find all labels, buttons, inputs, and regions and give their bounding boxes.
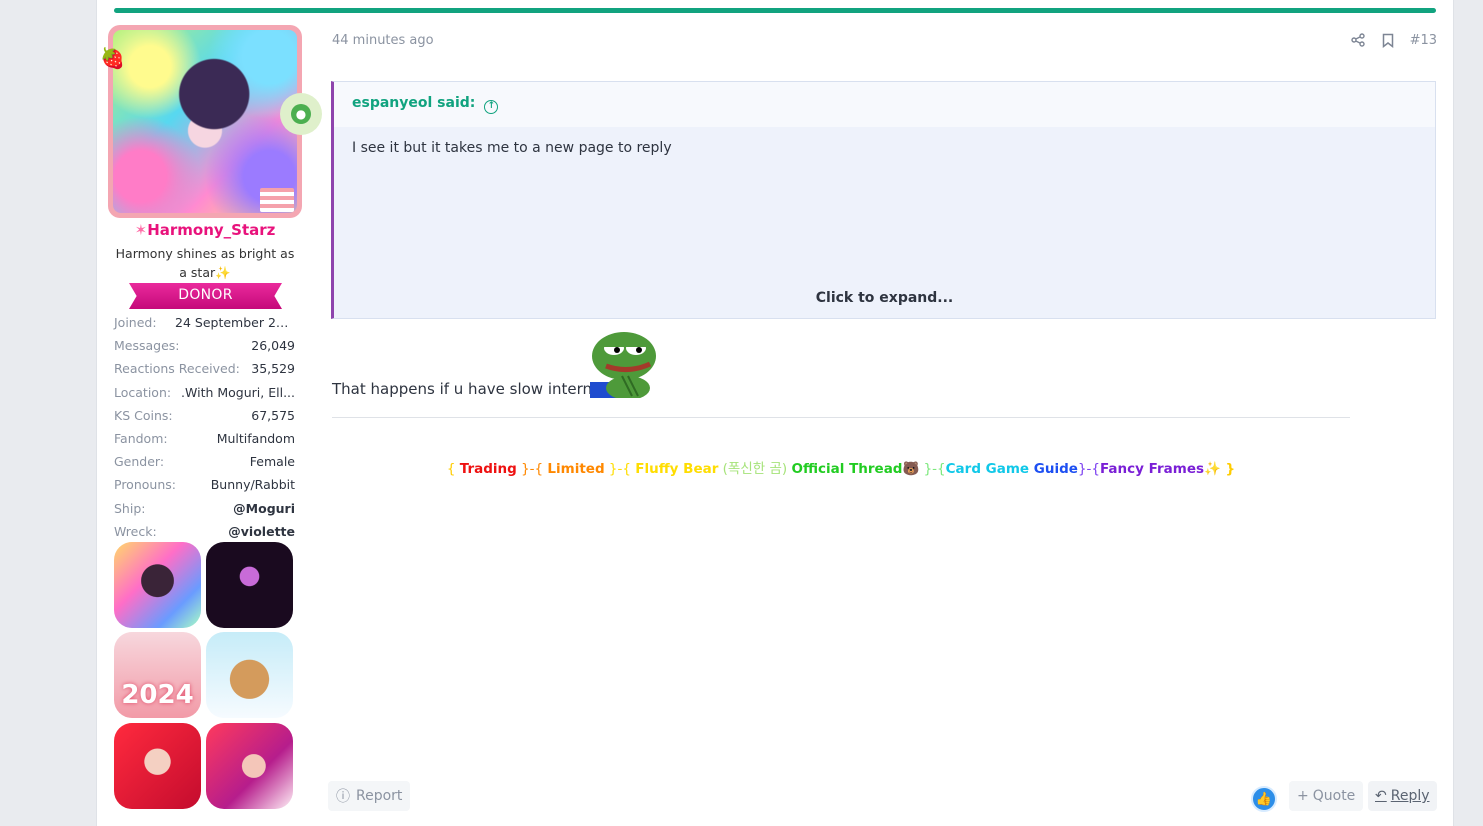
signature-part[interactable]: ✨ } xyxy=(1204,461,1235,477)
user-info-label: KS Coins: xyxy=(114,407,173,423)
signature-part[interactable]: { xyxy=(447,461,460,477)
user-info-label: Ship: xyxy=(114,500,146,516)
user-info-label: Location: xyxy=(114,384,172,400)
signature-part[interactable]: 🐻 xyxy=(902,461,919,477)
trophy-badge-2[interactable] xyxy=(206,542,293,628)
avatar-ribbon xyxy=(260,188,294,212)
trophy-badge-gingerbread[interactable] xyxy=(206,632,293,718)
user-info-row: Joined: 24 September 2023 xyxy=(114,313,295,333)
user-info-value: Female xyxy=(249,454,295,470)
share-icon[interactable] xyxy=(1350,31,1366,49)
signature-part[interactable]: }-{ xyxy=(517,461,548,477)
user-info-label: Messages: xyxy=(114,338,180,354)
user-info-value: Multifandom xyxy=(216,431,295,446)
signature-part[interactable]: }-{ xyxy=(919,461,946,477)
donor-banner: DONOR xyxy=(129,283,282,309)
user-info-value[interactable]: @Moguri xyxy=(233,499,295,519)
signature-part[interactable]: Limited xyxy=(547,461,604,477)
user-info-row: KS Coins: 67,575 xyxy=(114,406,295,426)
signature-part[interactable]: Fancy Frames xyxy=(1100,461,1204,477)
signature-part[interactable]: }-{ xyxy=(1078,461,1100,477)
reply-arrow-icon: ↶ xyxy=(1375,788,1387,804)
quote-header[interactable]: espanyeol said: ↑ xyxy=(334,82,1435,127)
click-to-expand[interactable]: Click to expand... xyxy=(334,290,1435,306)
quote-button[interactable]: + Quote xyxy=(1289,781,1364,811)
user-info-row: Reactions Received: 35,529 xyxy=(114,359,295,379)
message-text: That happens if u have slow internet xyxy=(332,380,608,398)
user-info-row: Ship: @Moguri xyxy=(114,499,295,519)
post-timestamp[interactable]: 44 minutes ago xyxy=(332,33,434,48)
user-info-value: 35,529 xyxy=(251,361,295,377)
accent-bar xyxy=(114,8,1436,13)
user-info-label: Pronouns: xyxy=(114,477,176,493)
reply-button[interactable]: ↶ Reply xyxy=(1368,781,1437,811)
signature-part[interactable]: Official Thread xyxy=(791,461,902,477)
signature-part[interactable]: Trading xyxy=(460,461,517,477)
user-info-row: Messages: 26,049 xyxy=(114,336,295,356)
user-info-label: Joined: xyxy=(114,315,157,330)
plus-icon: + xyxy=(1297,788,1309,804)
trophy-badge-6[interactable] xyxy=(206,723,293,809)
user-info-value: 67,575 xyxy=(251,407,295,423)
report-button[interactable]: ⓘ Report xyxy=(328,781,411,811)
user-info-label: Gender: xyxy=(114,454,165,470)
user-info-value: Bunny/Rabbit xyxy=(210,477,295,493)
arrow-up-circle-icon[interactable]: ↑ xyxy=(484,100,499,114)
user-info-value: .With Moguri, Ell... xyxy=(181,384,295,400)
avatar-image xyxy=(113,30,297,213)
online-status-icon: ● xyxy=(280,93,322,135)
report-icon: ⓘ xyxy=(336,789,350,805)
star-icon: ✶ xyxy=(134,221,148,239)
username[interactable]: ✶Harmony_Starz xyxy=(108,221,302,239)
signature-part[interactable]: }-{ xyxy=(605,461,636,477)
strawberry-icon: 🍓 xyxy=(100,46,125,70)
signature: { Trading }-{ Limited }-{ Fluffy Bear (폭… xyxy=(332,457,1350,477)
trophy-badge-2024[interactable]: 2024 xyxy=(114,632,201,718)
signature-part[interactable]: Fluffy Bear xyxy=(635,461,718,477)
user-info-row: Location: .With Moguri, Ell... xyxy=(114,383,295,403)
post-number[interactable]: #13 xyxy=(1410,33,1437,48)
quote-text: I see it but it takes me to a new page t… xyxy=(352,140,672,156)
pepe-emoji-icon xyxy=(590,332,656,398)
trophy-badge-5[interactable] xyxy=(114,723,201,809)
user-info-value: 26,049 xyxy=(251,338,295,354)
signature-part[interactable]: Guide xyxy=(1034,461,1078,477)
signature-part[interactable]: (폭신한 곰) xyxy=(718,461,791,477)
post-actions: #13 xyxy=(1350,31,1437,49)
user-info-label: Reactions Received: xyxy=(114,361,240,377)
user-info-value: 24 September 2023 xyxy=(175,315,295,330)
signature-part[interactable]: Card Game xyxy=(946,461,1034,477)
quote-author[interactable]: espanyeol said: xyxy=(352,95,475,111)
bookmark-icon[interactable] xyxy=(1380,31,1396,49)
user-info-row: Fandom: Multifandom xyxy=(114,429,295,449)
quote-block: espanyeol said: ↑ I see it but it takes … xyxy=(331,81,1436,319)
like-reaction-icon[interactable]: 👍 xyxy=(1251,786,1277,812)
user-info-row: Pronouns: Bunny/Rabbit xyxy=(114,475,295,495)
signature-divider xyxy=(332,417,1350,418)
user-info-row: Gender: Female xyxy=(114,452,295,472)
user-info-value[interactable]: @violette xyxy=(228,522,295,542)
trophy-badge-1[interactable] xyxy=(114,542,201,628)
user-info-row: Wreck: @violette xyxy=(114,522,295,542)
user-title: Harmony shines as bright as a star✨ xyxy=(115,246,295,280)
user-info-label: Wreck: xyxy=(114,523,157,539)
user-info-label: Fandom: xyxy=(114,431,168,446)
